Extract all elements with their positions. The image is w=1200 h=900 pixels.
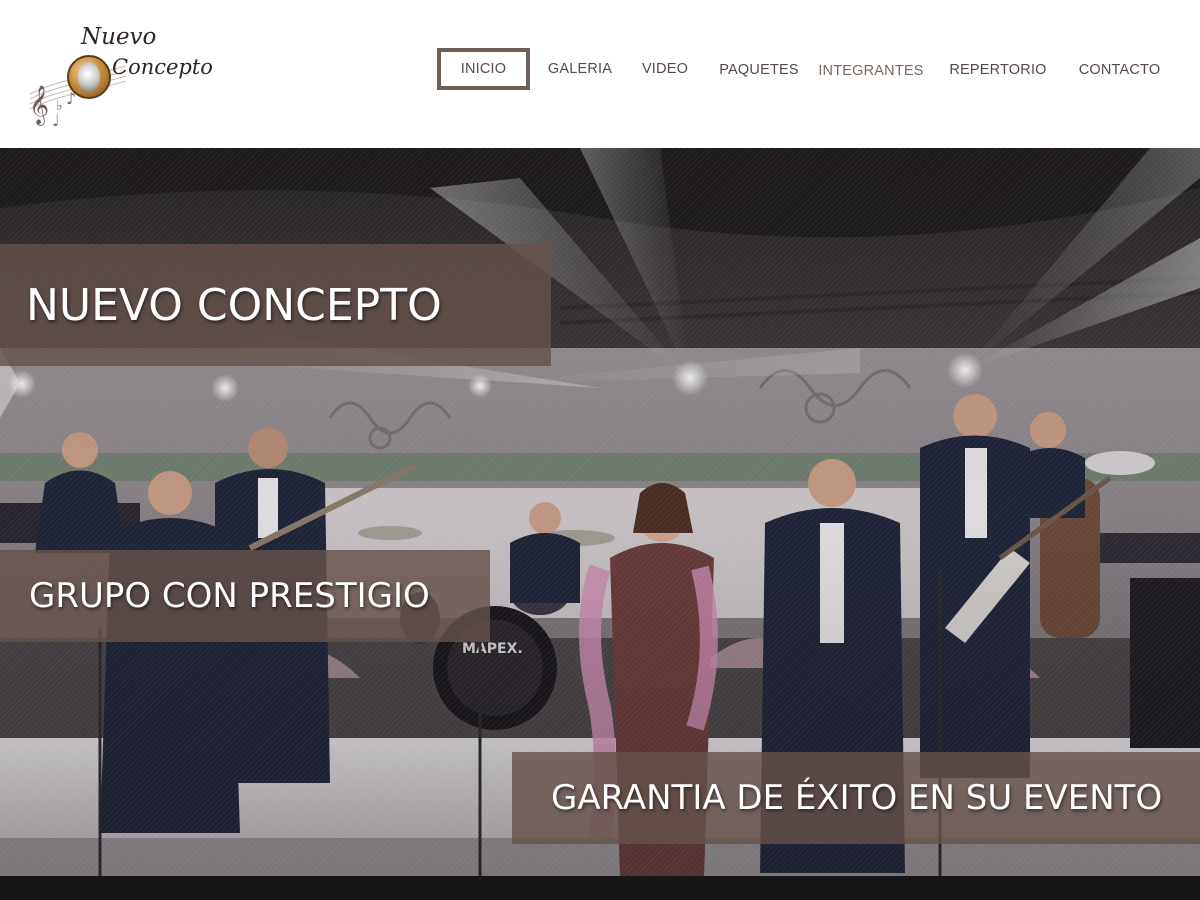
drum-brand-label: MAPEX. <box>462 641 523 657</box>
hero-subline-banner: GRUPO CON PRESTIGIO <box>0 550 490 642</box>
footer-strip <box>0 876 1200 900</box>
hero-tagline: GARANTIA DE ÉXITO EN SU EVENTO <box>551 778 1163 818</box>
hero-subline: GRUPO CON PRESTIGIO <box>29 576 430 616</box>
nav-contacto[interactable]: CONTACTO <box>1072 49 1167 91</box>
nav-inicio[interactable]: INICIO <box>437 48 530 90</box>
main-nav: INICIO GALERIA VIDEO PAQUETES INTEGRANTE… <box>0 0 1200 148</box>
nav-integrantes[interactable]: INTEGRANTES <box>818 50 924 92</box>
hero-slider: MAPEX. NUEVO CONCEPTO GRUPO CON PRESTIGI… <box>0 148 1200 876</box>
nav-paquetes[interactable]: PAQUETES <box>716 49 802 91</box>
hero-headline-banner: NUEVO CONCEPTO <box>0 244 551 366</box>
nav-video[interactable]: VIDEO <box>636 48 694 90</box>
nav-galeria[interactable]: GALERIA <box>545 48 615 90</box>
nav-repertorio[interactable]: REPERTORIO <box>948 49 1048 91</box>
site-header: 𝄞 ♭ ♪ ♩ ♫ Nuevo Concepto INICIO GALERIA … <box>0 0 1200 148</box>
hero-headline: NUEVO CONCEPTO <box>26 279 442 331</box>
hero-tagline-banner: GARANTIA DE ÉXITO EN SU EVENTO <box>512 752 1200 844</box>
